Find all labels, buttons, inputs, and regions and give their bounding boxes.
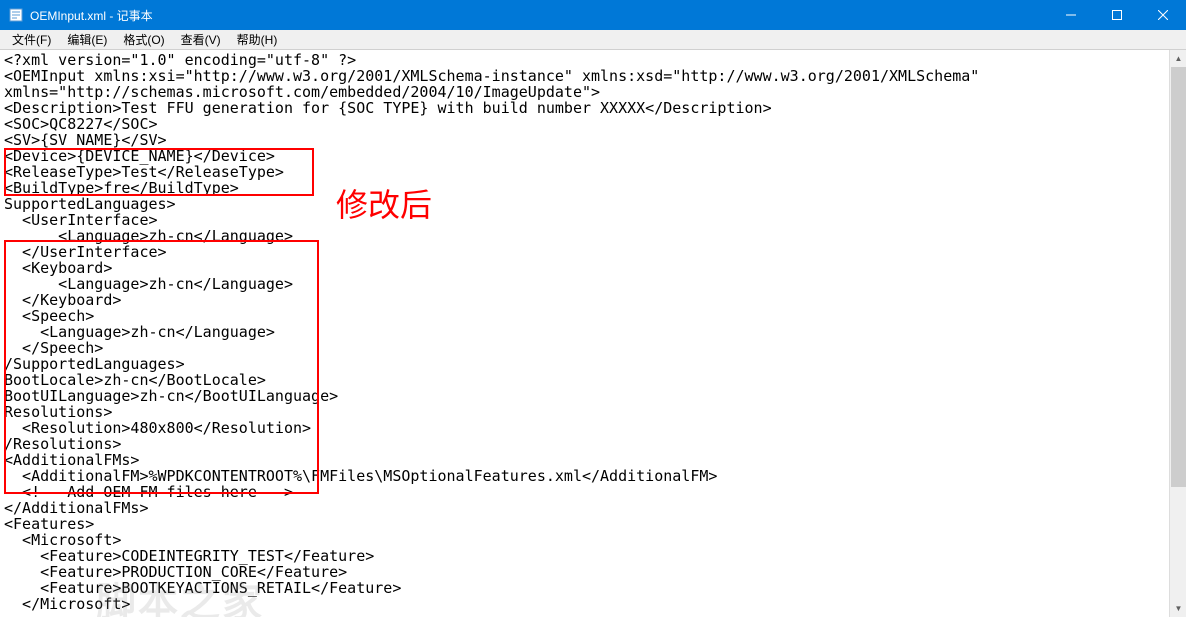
notepad-icon <box>8 7 24 23</box>
close-button[interactable] <box>1140 0 1186 30</box>
menu-view[interactable]: 查看(V) <box>173 29 229 50</box>
menu-bar: 文件(F) 编辑(E) 格式(O) 查看(V) 帮助(H) <box>0 30 1186 50</box>
window-titlebar: OEMInput.xml - 记事本 <box>0 0 1186 30</box>
menu-file[interactable]: 文件(F) <box>4 29 59 50</box>
scroll-down-arrow[interactable]: ▼ <box>1170 600 1186 617</box>
window-controls <box>1048 0 1186 30</box>
menu-format[interactable]: 格式(O) <box>115 29 172 50</box>
annotation-label: 修改后 <box>336 180 432 226</box>
scroll-thumb[interactable] <box>1171 67 1186 487</box>
menu-edit[interactable]: 编辑(E) <box>59 29 115 50</box>
menu-help[interactable]: 帮助(H) <box>229 29 286 50</box>
scroll-up-arrow[interactable]: ▲ <box>1170 50 1186 67</box>
minimize-button[interactable] <box>1048 0 1094 30</box>
maximize-button[interactable] <box>1094 0 1140 30</box>
window-title: OEMInput.xml - 记事本 <box>30 7 1048 24</box>
text-content[interactable]: <?xml version="1.0" encoding="utf-8" ?> … <box>0 50 1186 614</box>
editor-area[interactable]: <?xml version="1.0" encoding="utf-8" ?> … <box>0 50 1186 617</box>
vertical-scrollbar[interactable]: ▲ ▼ <box>1169 50 1186 617</box>
